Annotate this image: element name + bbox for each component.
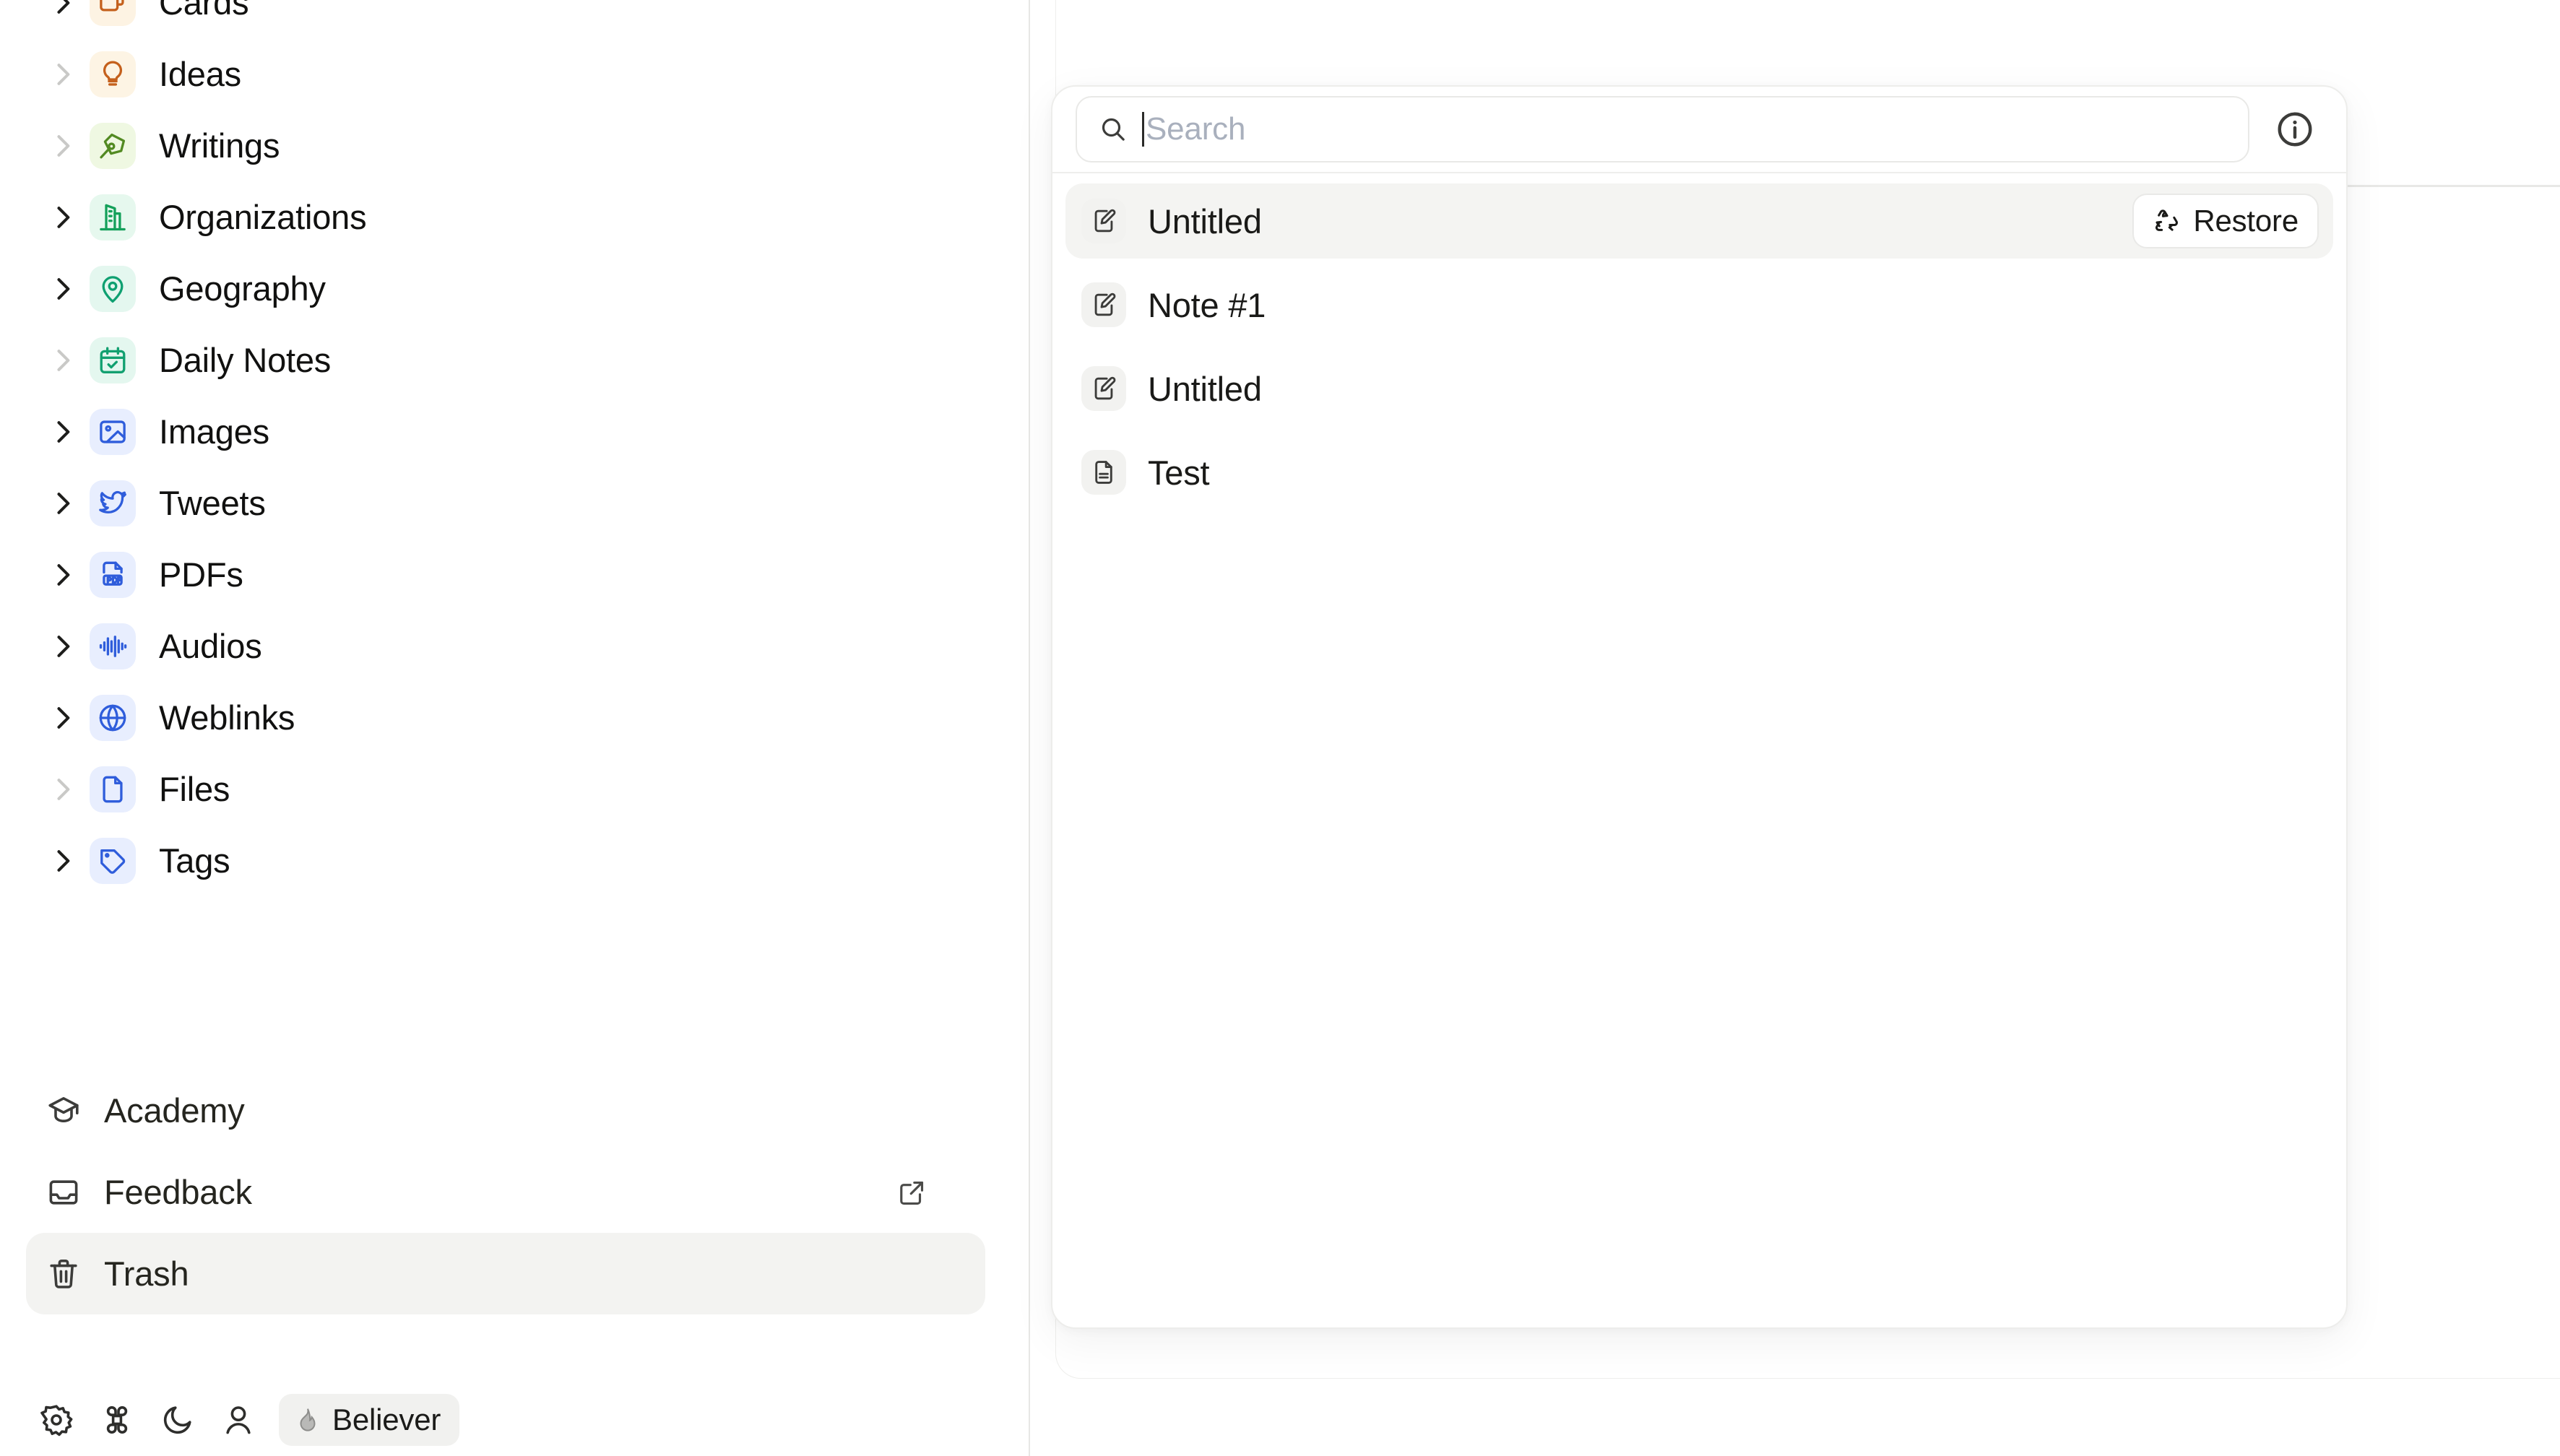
chevron-right-icon[interactable] <box>40 624 85 669</box>
recycle-icon <box>2153 207 2181 235</box>
sidebar-item-label: Geography <box>159 272 326 306</box>
sidebar-item-trash[interactable]: Trash <box>26 1233 985 1314</box>
sidebar-scrollbar[interactable] <box>1008 0 1026 1184</box>
sidebar-item-daily-notes[interactable]: Daily Notes <box>0 324 985 396</box>
sidebar-item-writings[interactable]: Writings <box>0 110 985 181</box>
calendar-check-icon <box>90 337 136 384</box>
command-key-icon[interactable] <box>87 1394 147 1446</box>
graduation-cap-icon <box>43 1091 84 1131</box>
pen-nib-icon <box>90 123 136 169</box>
sidebar-item-pdfs[interactable]: PDFs <box>0 539 985 610</box>
sidebar-item-tags[interactable]: Tags <box>0 825 985 896</box>
sidebar-item-label: Writings <box>159 129 280 162</box>
sidebar-item-label: Daily Notes <box>159 343 331 377</box>
believer-label: Believer <box>332 1405 441 1435</box>
sidebar-divider <box>1029 0 1030 1456</box>
user-icon[interactable] <box>208 1394 269 1446</box>
file-icon <box>90 766 136 812</box>
search-input[interactable]: Search <box>1076 96 2249 162</box>
sidebar-item-label: Tweets <box>159 486 266 520</box>
sidebar-item-geography[interactable]: Geography <box>0 253 985 324</box>
twitter-bird-icon <box>90 480 136 526</box>
trash-popover-panel: Search Untitled Restore Note #1 Untitled Tes… <box>1051 85 2348 1329</box>
sidebar-item-label: Organizations <box>159 200 366 234</box>
sidebar-item-tweets[interactable]: Tweets <box>0 467 985 539</box>
waveform-icon <box>90 623 136 670</box>
sidebar-item-audios[interactable]: Audios <box>0 610 985 682</box>
lightbulb-icon <box>90 51 136 98</box>
sidebar-item-weblinks[interactable]: Weblinks <box>0 682 985 753</box>
note-edit-icon <box>1081 199 1126 243</box>
trash-list-item[interactable]: Note #1 <box>1065 267 2333 342</box>
sidebar-item-feedback[interactable]: Feedback <box>26 1151 985 1233</box>
chevron-right-icon[interactable] <box>40 481 85 526</box>
trash-item-title: Untitled <box>1148 204 1262 238</box>
chevron-right-icon[interactable] <box>40 338 85 383</box>
info-circle-icon[interactable] <box>2270 104 2320 155</box>
settings-gear-icon[interactable] <box>26 1394 87 1446</box>
believer-badge[interactable]: Believer <box>279 1394 459 1446</box>
inbox-icon <box>43 1172 84 1213</box>
sidebar-item-ideas[interactable]: Ideas <box>0 38 985 110</box>
note-edit-icon <box>1081 366 1126 411</box>
cards-icon <box>90 0 136 26</box>
trash-list-item[interactable]: Untitled Restore <box>1065 183 2333 259</box>
sidebar-item-label: PDFs <box>159 558 243 592</box>
sidebar-bottom-nav: Academy Feedback Trash <box>0 1070 1011 1314</box>
chevron-right-icon[interactable] <box>40 696 85 740</box>
chevron-right-icon[interactable] <box>40 52 85 97</box>
image-icon <box>90 409 136 455</box>
restore-button[interactable]: Restore <box>2132 194 2319 248</box>
chevron-right-icon[interactable] <box>40 552 85 597</box>
chevron-right-icon[interactable] <box>40 195 85 240</box>
chevron-right-icon[interactable] <box>40 838 85 883</box>
chevron-right-icon[interactable] <box>40 767 85 812</box>
app-window: Cards Ideas Writings Organizations Geography… <box>0 0 2560 1456</box>
chevron-right-icon[interactable] <box>40 124 85 168</box>
trash-item-title: Test <box>1148 456 1209 490</box>
sidebar: Cards Ideas Writings Organizations Geography… <box>0 0 1029 1456</box>
trash-item-title: Note #1 <box>1148 288 1266 322</box>
sidebar-status-bar: Believer <box>0 1384 1011 1456</box>
note-edit-icon <box>1081 282 1126 327</box>
moon-icon[interactable] <box>147 1394 208 1446</box>
trash-icon <box>43 1254 84 1294</box>
sidebar-item-images[interactable]: Images <box>0 396 985 467</box>
sidebar-item-label: Feedback <box>104 1175 252 1209</box>
pdf-file-icon <box>90 552 136 598</box>
sidebar-item-label: Files <box>159 772 230 806</box>
sidebar-item-academy[interactable]: Academy <box>26 1070 985 1151</box>
sidebar-item-organizations[interactable]: Organizations <box>0 181 985 253</box>
search-placeholder: Search <box>1146 113 1245 145</box>
trash-search-row: Search <box>1052 87 2346 173</box>
map-pin-icon <box>90 266 136 312</box>
external-link-icon[interactable] <box>896 1176 929 1209</box>
chevron-right-icon[interactable] <box>40 410 85 454</box>
trash-item-list: Untitled Restore Note #1 Untitled Test <box>1052 173 2346 510</box>
sidebar-tree: Cards Ideas Writings Organizations Geography… <box>0 0 1011 896</box>
sidebar-item-files[interactable]: Files <box>0 753 985 825</box>
sidebar-item-label: Cards <box>159 0 248 20</box>
trash-item-title: Untitled <box>1148 372 1262 406</box>
sidebar-item-label: Audios <box>159 629 262 663</box>
globe-icon <box>90 695 136 741</box>
document-icon <box>1081 450 1126 495</box>
trash-list-item[interactable]: Test <box>1065 435 2333 510</box>
text-caret <box>1142 112 1144 147</box>
sidebar-item-label: Trash <box>104 1257 189 1291</box>
trash-list-item[interactable]: Untitled <box>1065 351 2333 426</box>
restore-label: Restore <box>2193 206 2299 236</box>
sidebar-item-label: Weblinks <box>159 701 295 734</box>
flame-icon <box>293 1405 322 1434</box>
sidebar-item-label: Academy <box>104 1093 245 1127</box>
building-icon <box>90 194 136 240</box>
search-icon <box>1097 113 1129 145</box>
chevron-right-icon[interactable] <box>40 0 85 25</box>
tag-icon <box>90 838 136 884</box>
sidebar-item-label: Tags <box>159 844 230 878</box>
chevron-right-icon[interactable] <box>40 266 85 311</box>
sidebar-item-label: Images <box>159 415 269 448</box>
sidebar-item-cards[interactable]: Cards <box>0 0 985 38</box>
sidebar-item-label: Ideas <box>159 57 241 91</box>
